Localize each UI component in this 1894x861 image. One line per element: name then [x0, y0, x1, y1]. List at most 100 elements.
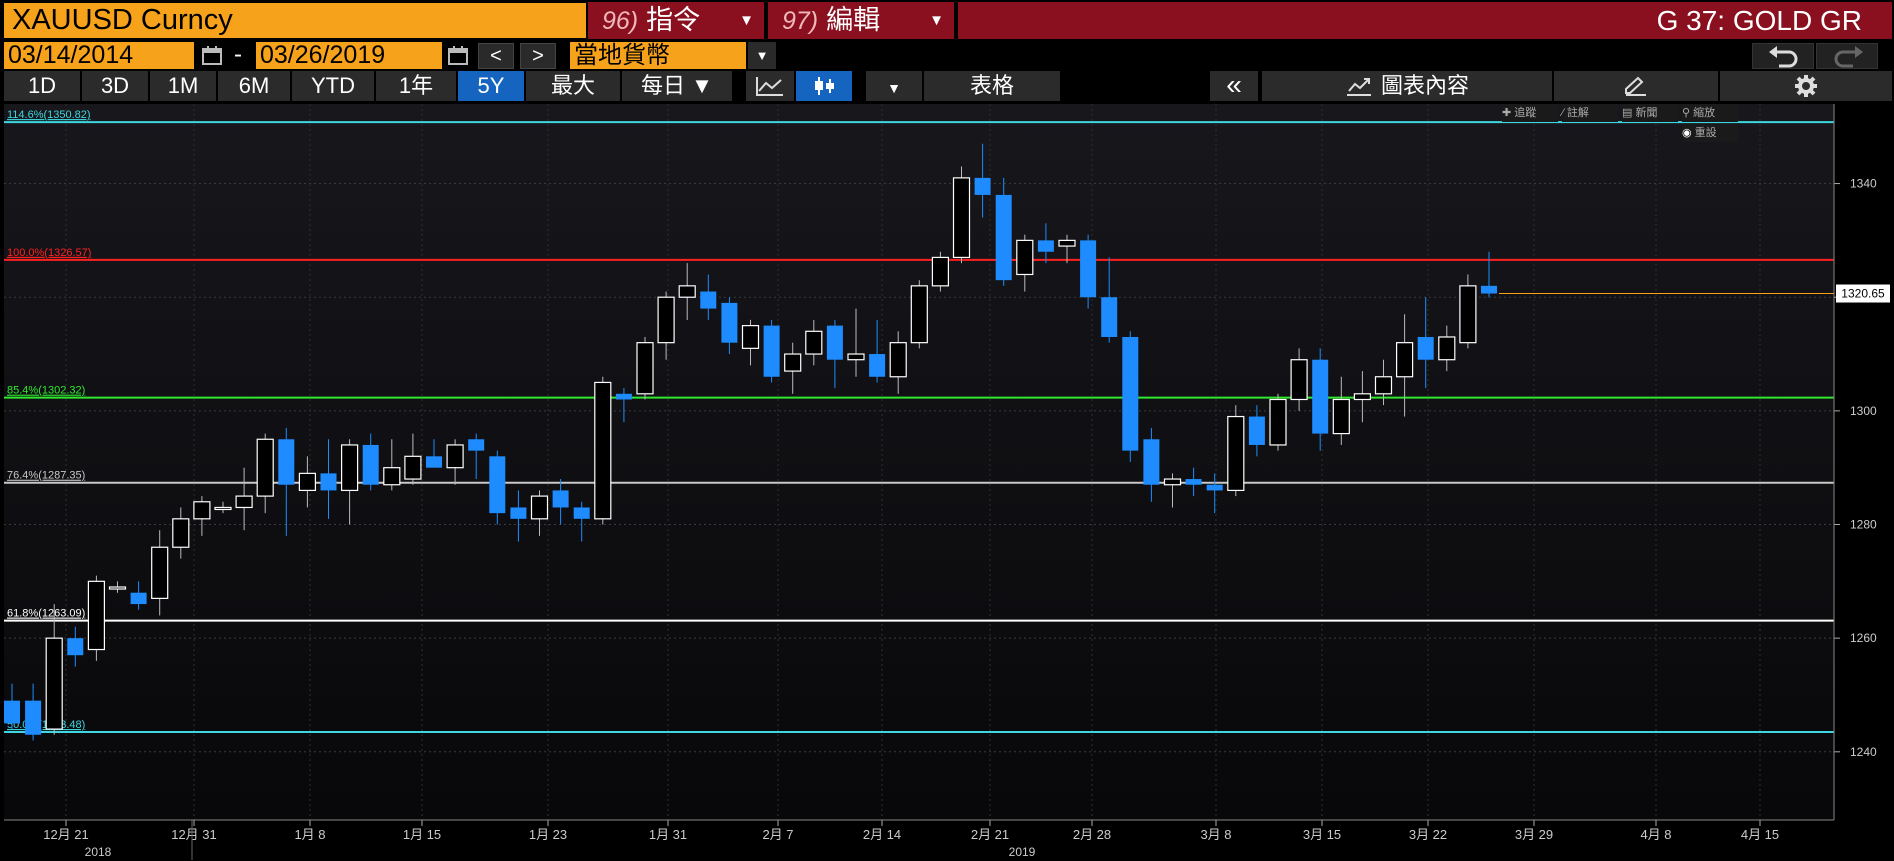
candle[interactable] — [636, 336, 654, 400]
candle-body-down — [573, 507, 590, 519]
candle-body-down — [426, 456, 442, 468]
toolbar: 1D 3D 1M 6M YTD 1年 5Y 最大 每日 ▼ ▼ 表格 « 圖表內… — [0, 71, 1894, 102]
candle-body-down — [362, 444, 379, 485]
candle-body-up — [108, 586, 127, 590]
candle[interactable] — [87, 575, 106, 661]
pencil-icon — [1625, 76, 1646, 96]
candle-body-up — [1269, 398, 1287, 446]
line-chart-button[interactable] — [746, 71, 794, 101]
redo-button[interactable] — [1816, 43, 1878, 69]
candle-body-up — [678, 285, 696, 298]
candle[interactable] — [1269, 393, 1287, 451]
calendar-icon[interactable] — [200, 45, 224, 66]
settings-button[interactable] — [1720, 71, 1892, 101]
candle[interactable] — [1227, 405, 1245, 497]
range-ytd-button[interactable]: YTD — [292, 71, 374, 101]
candle-body-up — [1353, 393, 1372, 401]
candle-body-down — [1080, 240, 1097, 298]
range-5y-button[interactable]: 5Y — [458, 71, 524, 101]
x-tick-label: 12月 31 — [171, 827, 217, 842]
candle-body-up — [741, 325, 760, 349]
start-date-field[interactable]: 03/14/2014 — [4, 42, 194, 69]
candle-body-up — [404, 455, 422, 480]
fib-level-label: 100.0%(1326.57) — [7, 247, 91, 259]
candle[interactable] — [763, 319, 780, 383]
search-icon: ⚲ — [1682, 107, 1691, 119]
candle[interactable] — [594, 376, 612, 525]
function-title: G 37: GOLD GR — [958, 2, 1892, 39]
x-tick-label: 1月 31 — [649, 827, 687, 842]
candle-body-up — [1332, 398, 1350, 435]
security-ticker-field[interactable]: XAUUSD Curncy — [4, 3, 586, 38]
range-1m-button[interactable]: 1M — [150, 71, 216, 101]
annotation-tools-button[interactable] — [1554, 71, 1718, 101]
candle-body-down — [763, 325, 780, 377]
candle-body-up — [657, 296, 675, 344]
x-tick-label: 1月 8 — [294, 827, 325, 842]
candle-body-up — [931, 256, 950, 287]
candle-body-up — [805, 330, 823, 355]
candle-body-up — [383, 467, 401, 486]
caret-down-icon: ▼ — [929, 12, 944, 29]
range-3d-button[interactable]: 3D — [82, 71, 148, 101]
x-tick-label: 1月 15 — [403, 827, 441, 842]
candle-body-down — [700, 291, 717, 309]
reset-tool-button[interactable]: ◉ 重設 — [1682, 124, 1738, 142]
candle-body-down — [4, 700, 20, 724]
chart-content-button[interactable]: 圖表內容 — [1262, 71, 1552, 101]
news-icon: ▤ — [1622, 107, 1633, 119]
candle-body-up — [594, 381, 612, 520]
annotate-tool-button[interactable]: ∕ 註解 — [1562, 104, 1618, 122]
candle-body-down — [615, 393, 632, 400]
line-chart-icon — [756, 77, 783, 96]
previous-period-button[interactable]: < — [478, 43, 514, 69]
candle-body-down — [1417, 336, 1434, 360]
actions-menu-button[interactable]: 96) 指令 ▼ — [588, 2, 764, 39]
chevron-down-icon[interactable]: ▼ — [748, 42, 776, 69]
candle-body-up — [1058, 239, 1076, 247]
x-tick-label: 2月 14 — [863, 827, 901, 842]
candle[interactable] — [1122, 331, 1139, 462]
candlestick-chart[interactable]: 114.6%(1350.82) 100.0%(1326.57) 85.4%(1302… — [0, 104, 1894, 861]
undo-icon — [1769, 46, 1798, 68]
range-6m-button[interactable]: 6M — [218, 71, 290, 101]
zoom-tool-button[interactable]: ⚲ 縮放 — [1682, 104, 1738, 122]
table-button[interactable]: 表格 — [924, 71, 1060, 101]
zoom-tool-label: 縮放 — [1693, 107, 1716, 119]
candle[interactable] — [910, 280, 928, 349]
edit-menu-button[interactable]: 97) 編輯 ▼ — [768, 2, 954, 39]
y-tick-label: 1280 — [1850, 518, 1877, 532]
x-tick-label: 3月 29 — [1515, 827, 1553, 842]
header-bar: XAUUSD Curncy 96) 指令 ▼ 97) 編輯 ▼ G 37: GOLD… — [0, 0, 1894, 40]
redo-icon — [1834, 46, 1863, 68]
calendar-icon[interactable] — [446, 45, 470, 66]
range-1d-button[interactable]: 1D — [4, 71, 80, 101]
candle-body-up — [847, 353, 865, 361]
news-tool-label: 新聞 — [1635, 107, 1658, 119]
end-date-field[interactable]: 03/26/2019 — [256, 42, 442, 69]
candle[interactable] — [952, 166, 971, 264]
candle-body-up — [784, 353, 802, 372]
candle-body-up — [214, 506, 232, 511]
range-max-button[interactable]: 最大 — [526, 71, 620, 101]
candle-body-up — [172, 518, 190, 548]
undo-button[interactable] — [1752, 43, 1814, 69]
candle-body-up — [1290, 359, 1308, 401]
price-chart-area[interactable]: 114.6%(1350.82) 100.0%(1326.57) 85.4%(1302… — [0, 104, 1894, 861]
candle[interactable] — [931, 251, 950, 292]
news-tool-button[interactable]: ▤ 新聞 — [1622, 104, 1678, 122]
candle-body-down — [1206, 484, 1223, 491]
collapse-panel-button[interactable]: « — [1210, 71, 1258, 101]
fib-level-label: 114.6%(1350.82) — [7, 109, 91, 121]
frequency-select[interactable]: 每日 ▼ — [622, 71, 732, 101]
next-period-button[interactable]: > — [520, 43, 556, 69]
candlestick-chart-button[interactable] — [796, 71, 852, 101]
candle-body-up — [530, 495, 549, 520]
x-tick-label: 12月 21 — [43, 827, 89, 842]
track-tool-button[interactable]: ✚ 追蹤 — [1502, 104, 1558, 122]
range-1y-button[interactable]: 1年 — [376, 71, 456, 101]
currency-select[interactable]: 當地貨幣 — [570, 42, 746, 69]
candle[interactable] — [1459, 274, 1477, 349]
chart-type-dropdown[interactable]: ▼ — [866, 71, 922, 101]
candle-body-up — [1395, 342, 1414, 378]
